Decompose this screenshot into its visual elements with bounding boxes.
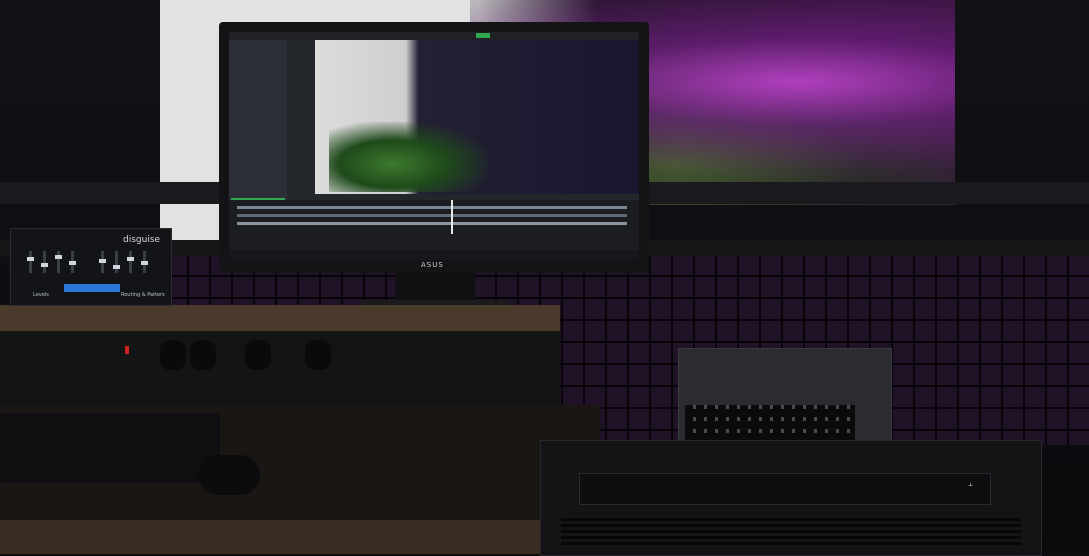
monitor-screen: [229, 32, 639, 260]
power-plug: [305, 340, 331, 370]
fader: [127, 251, 134, 273]
control-unit-display: [64, 284, 120, 292]
toolbar-green-button: [476, 33, 490, 38]
control-unit-label-levels: Levels: [33, 292, 49, 298]
monitor-stand: [395, 273, 475, 303]
fader: [27, 251, 34, 273]
server-front-bezel: ⫠: [579, 473, 991, 505]
power-plug: [245, 340, 271, 370]
fader: [141, 251, 148, 273]
lower-desk-edge: [0, 520, 560, 554]
fader: [69, 251, 76, 273]
fader: [41, 251, 48, 273]
server-logo: ⫠: [968, 479, 973, 488]
fader: [99, 251, 106, 273]
disguise-control-unit: disguise Levels Routing & Patters: [10, 228, 172, 306]
timeline-track: [237, 222, 627, 225]
server-vents: [561, 515, 1021, 547]
mouse: [198, 455, 260, 495]
keyboard: [0, 413, 220, 483]
software-toolbar: [229, 32, 639, 40]
timeline-track: [237, 206, 627, 209]
control-unit-logo: disguise: [123, 235, 161, 245]
timeline-track: [237, 214, 627, 217]
monitor-brand-logo: ASUS: [421, 261, 444, 269]
power-plug: [190, 340, 216, 370]
fader: [55, 251, 62, 273]
software-status-bar: [229, 250, 639, 260]
desk-cabinet: [0, 331, 560, 406]
timeline-playhead: [451, 200, 453, 234]
control-unit-label-routing: Routing & Patters: [121, 292, 165, 298]
power-plug: [160, 340, 186, 370]
viewport-plants: [329, 122, 489, 192]
power-indicator-light: [125, 346, 129, 354]
desk-shelf: [0, 305, 560, 331]
fader: [113, 251, 120, 273]
software-timeline: [229, 200, 639, 250]
media-server: ⫠: [540, 440, 1042, 556]
